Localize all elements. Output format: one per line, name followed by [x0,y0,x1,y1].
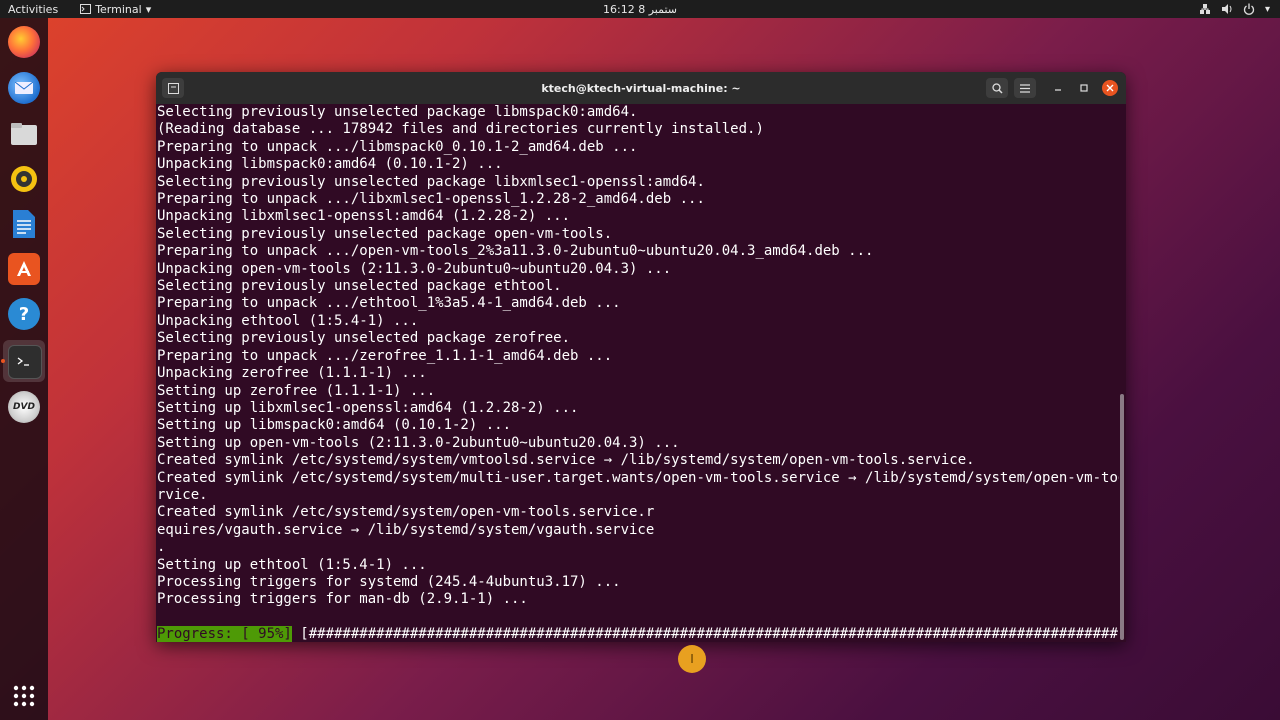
terminal-line: Preparing to unpack .../zerofree_1.1.1-1… [157,347,613,364]
close-icon [1106,84,1114,92]
close-button[interactable] [1102,80,1118,96]
terminal-line: Processing triggers for man-db (2.9.1-1)… [157,591,528,608]
terminal-line: Created symlink /etc/systemd/system/vmto… [157,452,975,469]
top-bar: Activities Terminal ▾ 16:12 8 ستمبر ▾ [0,0,1280,18]
minimize-button[interactable] [1050,80,1066,96]
thunderbird-icon[interactable] [8,72,40,104]
terminal-line: Unpacking zerofree (1.1.1-1) ... [157,365,427,382]
dvd-label: DVD [13,402,35,412]
terminal-line: Preparing to unpack .../ethtool_1%3a5.4-… [157,295,621,312]
title-bar[interactable]: ktech@ktech-virtual-machine: ~ [156,72,1126,104]
volume-icon [1221,4,1232,14]
terminal-line: Processing triggers for systemd (245.4-4… [157,573,621,590]
minimize-icon [1055,89,1061,91]
hamburger-icon [1020,83,1030,93]
terminal-line: Setting up zerofree (1.1.1-1) ... [157,382,436,399]
writer-icon[interactable] [8,208,40,240]
terminal-line: Preparing to unpack .../libxmlsec1-opens… [157,191,705,208]
mouse-cursor-highlight: I [678,645,706,673]
app-menu-label: Terminal [95,2,142,16]
chevron-down-icon: ▾ [145,2,152,16]
rhythmbox-icon[interactable] [8,163,40,195]
terminal-line: Unpacking ethtool (1:5.4-1) ... [157,312,419,329]
chevron-down-icon: ▾ [1264,3,1270,15]
terminal-line: Unpacking open-vm-tools (2:11.3.0-2ubunt… [157,260,672,277]
search-button[interactable] [986,78,1008,98]
app-menu[interactable]: Terminal ▾ [80,3,151,16]
dvd-icon[interactable]: DVD [8,391,40,423]
terminal-window: ktech@ktech-virtual-machine: ~ Selecting… [156,72,1126,642]
text-cursor-icon: I [690,652,694,666]
terminal-line: Unpacking libmspack0:amd64 (0.10.1-2) ..… [157,156,503,173]
terminal-line: equires/vgauth.service → /lib/systemd/sy… [157,521,655,538]
terminal-line: Created symlink /etc/systemd/system/mult… [157,469,1119,486]
maximize-icon [1080,84,1088,92]
window-title: ktech@ktech-virtual-machine: ~ [541,81,741,95]
terminal-line: Unpacking libxmlsec1-openssl:amd64 (1.2.… [157,208,571,225]
terminal-line: Selecting previously unselected package … [157,278,562,295]
new-tab-button[interactable] [162,78,184,98]
show-applications-icon[interactable] [8,680,40,712]
terminal-line: rvice. [157,486,208,503]
terminal-line: Setting up open-vm-tools (2:11.3.0-2ubun… [157,434,680,451]
terminal-icon[interactable] [8,345,42,379]
progress-label: Progress: [ 95%] [157,626,292,642]
activities-button[interactable]: Activities [8,3,58,16]
terminal-line: Setting up libmspack0:amd64 (0.10.1-2) .… [157,417,512,434]
search-icon [991,82,1003,94]
terminal-line: . [157,539,166,556]
terminal-app-icon [80,4,92,14]
maximize-button[interactable] [1076,80,1092,96]
firefox-icon[interactable] [8,26,40,58]
terminal-output[interactable]: Selecting previously unselected package … [156,104,1119,642]
terminal-line: Selecting previously unselected package … [157,330,571,347]
terminal-line: (Reading database ... 178942 files and d… [157,121,764,138]
scrollbar[interactable] [1120,394,1124,640]
terminal-line: Setting up ethtool (1:5.4-1) ... [157,556,427,573]
network-icon [1199,4,1210,14]
clock[interactable]: 16:12 8 ستمبر [603,3,677,16]
menu-button[interactable] [1014,78,1036,98]
dock: ? DVD [0,18,48,720]
help-icon[interactable]: ? [8,298,40,330]
power-icon [1243,3,1255,15]
terminal-line: Selecting previously unselected package … [157,225,613,242]
terminal-line: Selecting previously unselected package … [157,104,638,120]
progress-line: Progress: [ 95%] [######################… [157,626,1119,642]
terminal-line: Created symlink /etc/systemd/system/open… [157,504,655,521]
progress-bar: [#######################################… [291,626,1119,642]
files-icon[interactable] [8,118,40,150]
new-tab-icon [167,82,179,94]
terminal-line: Preparing to unpack .../open-vm-tools_2%… [157,243,874,260]
terminal-line: Setting up libxmlsec1-openssl:amd64 (1.2… [157,399,579,416]
terminal-line: Selecting previously unselected package … [157,173,705,190]
software-icon[interactable] [8,253,40,285]
terminal-line: Preparing to unpack .../libmspack0_0.10.… [157,138,638,155]
running-indicator [1,359,5,363]
system-tray[interactable]: ▾ [1199,3,1270,15]
